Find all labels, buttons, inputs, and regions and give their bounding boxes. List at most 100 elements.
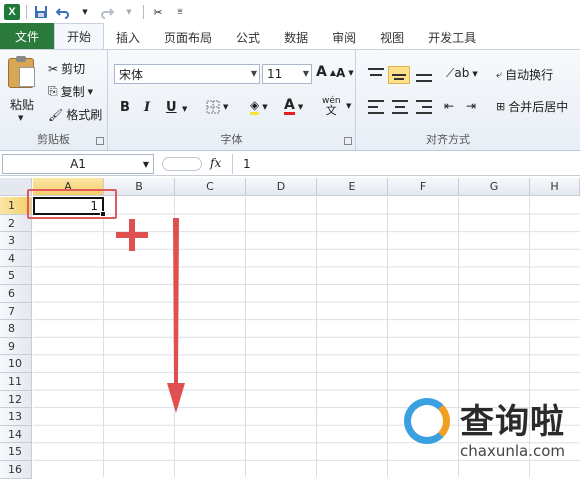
row-header-3[interactable]: 3 [0, 232, 32, 250]
tab-developer[interactable]: 开发工具 [416, 25, 488, 49]
chevron-down-icon[interactable]: ▼ [121, 4, 137, 20]
column-header-d[interactable]: D [246, 178, 317, 196]
row-header-6[interactable]: 6 [0, 285, 32, 303]
align-bottom-icon[interactable] [416, 68, 432, 82]
chevron-down-icon[interactable]: ▼ [77, 4, 93, 20]
font-size-select[interactable]: 11 ▼ [262, 64, 312, 84]
tab-formulas[interactable]: 公式 [224, 25, 272, 49]
font-color-button[interactable]: A ▼ [284, 98, 303, 115]
plus-cursor-icon [116, 219, 148, 251]
bold-button[interactable]: B [120, 100, 130, 115]
row-header-8[interactable]: 8 [0, 320, 32, 338]
chevron-down-icon[interactable]: ▼ [18, 114, 23, 122]
tab-view[interactable]: 视图 [368, 25, 416, 49]
row-header-12[interactable]: 12 [0, 390, 32, 409]
grow-font-icon[interactable]: A ▲ [316, 64, 336, 80]
formula-bar-resize-handle[interactable] [162, 157, 202, 171]
font-name-select[interactable]: 宋体 ▼ [114, 64, 260, 84]
format-painter-label: 格式刷 [66, 108, 103, 122]
align-top-icon[interactable] [368, 68, 384, 82]
undo-icon[interactable] [55, 4, 71, 20]
quick-access-toolbar: X ▼ ▼ ✂ ⩸ [0, 0, 580, 24]
alignment-group-label: 对齐方式 [426, 133, 470, 146]
tab-review[interactable]: 审阅 [320, 25, 368, 49]
row-header-9[interactable]: 9 [0, 337, 32, 356]
chevron-down-icon: ▼ [250, 69, 257, 78]
dialog-launcher-icon[interactable] [96, 137, 104, 145]
row-header-15[interactable]: 15 [0, 443, 32, 461]
font-name-value: 宋体 [119, 67, 144, 82]
excel-logo-icon: X [4, 4, 20, 20]
formula-input[interactable]: 1 [232, 154, 578, 174]
copy-button[interactable]: ⎘ 复制 ▼ [48, 83, 93, 100]
align-center-icon[interactable] [392, 100, 408, 114]
tab-home[interactable]: 开始 [54, 23, 105, 49]
chevron-down-icon: ▼ [223, 103, 229, 111]
row-header-10[interactable]: 10 [0, 355, 32, 373]
align-middle-icon[interactable] [388, 66, 410, 84]
magnifier-icon [404, 398, 450, 444]
align-right-icon[interactable] [416, 100, 432, 114]
chevron-down-icon[interactable]: ▼ [346, 102, 351, 110]
row-header-11[interactable]: 11 [0, 373, 32, 391]
copy-label: 复制 [60, 85, 85, 99]
fill-color-button[interactable]: ◈ ▼ [250, 98, 268, 115]
paste-label[interactable]: 粘贴 [10, 96, 34, 113]
alignment-group: ⟋ab ▼ ⤶ 自动换行 ⇤ ⇥ ⊞ 合并后居中 对齐方式 [356, 50, 580, 150]
formula-bar: A1 ▼ fx 1 [0, 152, 580, 176]
column-header-h[interactable]: H [530, 178, 580, 196]
drag-down-arrow-icon [167, 218, 185, 413]
tab-file[interactable]: 文件 [0, 23, 54, 49]
column-header-f[interactable]: F [388, 178, 459, 196]
borders-button[interactable]: ▼ [206, 100, 228, 114]
tab-insert[interactable]: 插入 [104, 25, 152, 49]
tab-data[interactable]: 数据 [272, 25, 320, 49]
font-group: 宋体 ▼ 11 ▼ A ▲ A ▼ B I U ▼ ▼ ◈ ▼ A ▼ wén 文 … [108, 50, 356, 150]
merge-icon: ⊞ [496, 100, 506, 113]
row-header-14[interactable]: 14 [0, 425, 32, 444]
row-header-5[interactable]: 5 [0, 267, 32, 285]
dialog-launcher-icon[interactable] [344, 137, 352, 145]
chevron-down-icon: ▼ [302, 69, 309, 78]
redo-icon[interactable] [99, 4, 115, 20]
ribbon-tabs: 文件 开始 插入 页面布局 公式 数据 审阅 视图 开发工具 [0, 23, 580, 50]
phonetic-icon: 文 [325, 104, 337, 117]
cut-button[interactable]: ✂ 剪切 [48, 60, 85, 77]
column-header-g[interactable]: G [459, 178, 530, 196]
font-size-value: 11 [267, 67, 283, 81]
merge-label: 合并后居中 [508, 100, 569, 114]
format-painter-button[interactable]: 🖌 格式刷 [48, 106, 102, 123]
orientation-button[interactable]: ⟋ab ▼ [446, 66, 478, 81]
row-header-4[interactable]: 4 [0, 249, 32, 268]
clipboard-group-label: 剪贴板 [37, 133, 70, 146]
chevron-down-icon[interactable]: ▼ [182, 105, 187, 113]
column-header-e[interactable]: E [317, 178, 388, 196]
font-color-icon: A [284, 97, 295, 115]
tab-page-layout[interactable]: 页面布局 [152, 25, 224, 49]
wrap-text-icon: ⤶ [496, 67, 503, 81]
watermark-title: 查询啦 [460, 402, 565, 442]
chevron-down-icon: ▼ [87, 87, 94, 96]
wrap-text-button[interactable]: ⤶ 自动换行 [496, 66, 553, 83]
underline-button[interactable]: U [166, 100, 177, 115]
increase-indent-icon[interactable]: ⇥ [466, 99, 476, 113]
shrink-font-icon[interactable]: A ▼ [336, 66, 354, 80]
tools-icon[interactable]: ✂ [150, 4, 166, 20]
save-icon[interactable] [33, 4, 49, 20]
chevron-down-icon: ▼ [142, 159, 149, 169]
font-group-label: 字体 [220, 133, 243, 146]
merge-center-button[interactable]: ⊞ 合并后居中 [496, 98, 568, 115]
name-box[interactable]: A1 ▼ [2, 154, 154, 174]
row-header-7[interactable]: 7 [0, 302, 32, 321]
phonetic-button[interactable]: wén 文 [322, 96, 341, 116]
row-header-13[interactable]: 13 [0, 408, 32, 426]
customize-qat-icon[interactable]: ⩸ [172, 4, 188, 20]
decrease-indent-icon[interactable]: ⇤ [444, 99, 454, 113]
column-header-c[interactable]: C [175, 178, 246, 196]
paste-button[interactable] [8, 56, 38, 92]
insert-function-icon[interactable]: fx [210, 156, 221, 170]
divider [26, 5, 27, 19]
align-left-icon[interactable] [368, 100, 384, 114]
clipboard-icon [8, 56, 35, 88]
italic-button[interactable]: I [144, 100, 150, 115]
